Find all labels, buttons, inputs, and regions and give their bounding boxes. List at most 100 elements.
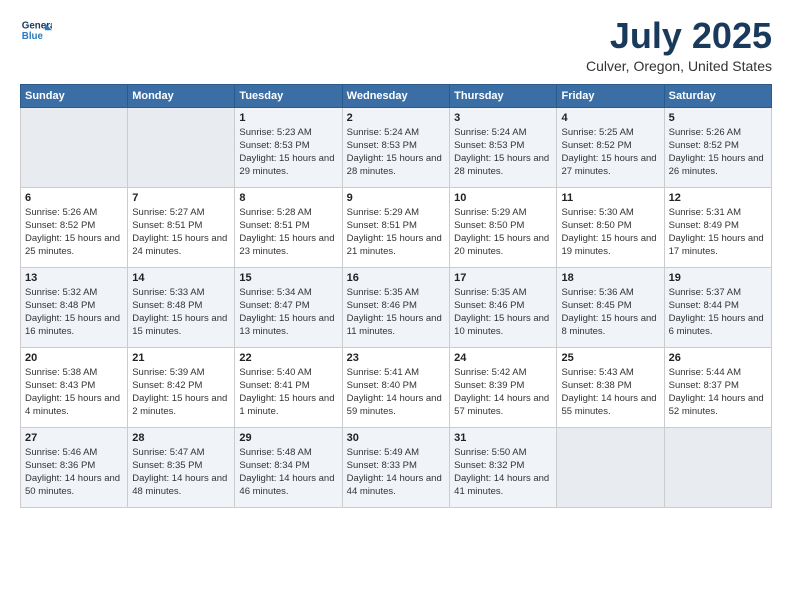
week-row-1: 1Sunrise: 5:23 AM Sunset: 8:53 PM Daylig… [21,107,772,187]
day-number: 30 [347,432,445,444]
calendar-cell: 15Sunrise: 5:34 AM Sunset: 8:47 PM Dayli… [235,267,342,347]
calendar-cell: 3 Sunrise: 5:24 AM Sunset: 8:53 PM Daylig… [450,107,557,187]
day-number: 8 [239,192,337,204]
calendar-cell: 18 Sunrise: 5:36 AM Sunset: 8:45 PM Dayli… [557,267,664,347]
page: General Blue July 2025 Culver, Oregon, U… [0,0,792,612]
calendar-cell: 19 Sunrise: 5:37 AM Sunset: 8:44 PM Dayli… [664,267,771,347]
logo-icon: General Blue [20,16,52,48]
day-info: Sunrise: 5:46 AM Sunset: 8:36 PM Dayligh… [25,446,123,499]
day-info: Sunrise: 5:25 AM Sunset: 8:52 PM Dayligh… [561,126,659,179]
day-info: Sunrise: 5:24 AM Sunset: 8:53 PM Dayligh… [454,126,552,179]
day-number: 22 [239,352,337,364]
calendar-cell: 6Sunrise: 5:26 AM Sunset: 8:52 PM Daylig… [21,187,128,267]
week-row-3: 13 Sunrise: 5:32 AM Sunset: 8:48 PM Dayli… [21,267,772,347]
calendar-cell: 10 Sunrise: 5:29 AM Sunset: 8:50 PM Dayli… [450,187,557,267]
day-number: 27 [25,432,123,444]
day-info: Sunrise: 5:24 AM Sunset: 8:53 PM Dayligh… [347,126,445,179]
calendar-cell: 9 Sunrise: 5:29 AM Sunset: 8:51 PM Daylig… [342,187,449,267]
calendar-cell: 29 Sunrise: 5:48 AM Sunset: 8:34 PM Dayli… [235,427,342,507]
day-number: 24 [454,352,552,364]
calendar-cell: 30 Sunrise: 5:49 AM Sunset: 8:33 PM Dayli… [342,427,449,507]
calendar-cell [128,107,235,187]
weekday-header-saturday: Saturday [664,84,771,107]
day-info: Sunrise: 5:50 AM Sunset: 8:32 PM Dayligh… [454,446,552,499]
main-title: July 2025 [586,16,772,56]
title-block: July 2025 Culver, Oregon, United States [586,16,772,74]
weekday-header-thursday: Thursday [450,84,557,107]
day-number: 23 [347,352,445,364]
weekday-header-tuesday: Tuesday [235,84,342,107]
day-info: Sunrise: 5:44 AM Sunset: 8:37 PM Dayligh… [669,366,767,419]
calendar-cell [21,107,128,187]
calendar-cell: 31 Sunrise: 5:50 AM Sunset: 8:32 PM Dayli… [450,427,557,507]
day-info: Sunrise: 5:47 AM Sunset: 8:35 PM Dayligh… [132,446,230,499]
calendar-cell: 5 Sunrise: 5:26 AM Sunset: 8:52 PM Daylig… [664,107,771,187]
day-info: Sunrise: 5:40 AM Sunset: 8:41 PM Dayligh… [239,366,337,419]
day-number: 19 [669,272,767,284]
weekday-header-wednesday: Wednesday [342,84,449,107]
logo: General Blue [20,16,52,48]
day-info: Sunrise: 5:38 AM Sunset: 8:43 PM Dayligh… [25,366,123,419]
calendar-cell: 14 Sunrise: 5:33 AM Sunset: 8:48 PM Dayli… [128,267,235,347]
weekday-header-row: SundayMondayTuesdayWednesdayThursdayFrid… [21,84,772,107]
day-number: 28 [132,432,230,444]
week-row-5: 27 Sunrise: 5:46 AM Sunset: 8:36 PM Dayli… [21,427,772,507]
day-number: 10 [454,192,552,204]
day-info: Sunrise: 5:36 AM Sunset: 8:45 PM Dayligh… [561,286,659,339]
calendar-cell: 24 Sunrise: 5:42 AM Sunset: 8:39 PM Dayli… [450,347,557,427]
day-number: 17 [454,272,552,284]
day-info: Sunrise: 5:33 AM Sunset: 8:48 PM Dayligh… [132,286,230,339]
day-info: Sunrise: 5:29 AM Sunset: 8:50 PM Dayligh… [454,206,552,259]
calendar-cell: 20 Sunrise: 5:38 AM Sunset: 8:43 PM Dayli… [21,347,128,427]
calendar-cell: 11 Sunrise: 5:30 AM Sunset: 8:50 PM Dayli… [557,187,664,267]
subtitle: Culver, Oregon, United States [586,58,772,74]
svg-text:Blue: Blue [22,31,44,42]
day-info: Sunrise: 5:30 AM Sunset: 8:50 PM Dayligh… [561,206,659,259]
day-number: 31 [454,432,552,444]
day-number: 18 [561,272,659,284]
week-row-4: 20 Sunrise: 5:38 AM Sunset: 8:43 PM Dayli… [21,347,772,427]
calendar-cell: 26 Sunrise: 5:44 AM Sunset: 8:37 PM Dayli… [664,347,771,427]
day-number: 11 [561,192,659,204]
header: General Blue July 2025 Culver, Oregon, U… [20,16,772,74]
calendar-cell: 27 Sunrise: 5:46 AM Sunset: 8:36 PM Dayli… [21,427,128,507]
day-number: 21 [132,352,230,364]
day-info: Sunrise: 5:41 AM Sunset: 8:40 PM Dayligh… [347,366,445,419]
day-info: Sunrise: 5:42 AM Sunset: 8:39 PM Dayligh… [454,366,552,419]
calendar-cell: 23 Sunrise: 5:41 AM Sunset: 8:40 PM Dayli… [342,347,449,427]
day-number: 6 [25,192,123,204]
day-number: 5 [669,112,767,124]
weekday-header-sunday: Sunday [21,84,128,107]
calendar-cell [557,427,664,507]
calendar-cell: 28 Sunrise: 5:47 AM Sunset: 8:35 PM Dayli… [128,427,235,507]
day-number: 2 [347,112,445,124]
calendar-cell: 4 Sunrise: 5:25 AM Sunset: 8:52 PM Daylig… [557,107,664,187]
calendar-cell: 12 Sunrise: 5:31 AM Sunset: 8:49 PM Dayli… [664,187,771,267]
day-number: 14 [132,272,230,284]
day-info: Sunrise: 5:28 AM Sunset: 8:51 PM Dayligh… [239,206,337,259]
week-row-2: 6Sunrise: 5:26 AM Sunset: 8:52 PM Daylig… [21,187,772,267]
day-info: Sunrise: 5:43 AM Sunset: 8:38 PM Dayligh… [561,366,659,419]
day-info: Sunrise: 5:26 AM Sunset: 8:52 PM Dayligh… [669,126,767,179]
day-info: Sunrise: 5:48 AM Sunset: 8:34 PM Dayligh… [239,446,337,499]
day-number: 13 [25,272,123,284]
day-info: Sunrise: 5:32 AM Sunset: 8:48 PM Dayligh… [25,286,123,339]
day-info: Sunrise: 5:37 AM Sunset: 8:44 PM Dayligh… [669,286,767,339]
day-number: 20 [25,352,123,364]
day-number: 12 [669,192,767,204]
calendar-cell: 13 Sunrise: 5:32 AM Sunset: 8:48 PM Dayli… [21,267,128,347]
day-number: 26 [669,352,767,364]
calendar-cell: 21Sunrise: 5:39 AM Sunset: 8:42 PM Dayli… [128,347,235,427]
calendar-cell: 1Sunrise: 5:23 AM Sunset: 8:53 PM Daylig… [235,107,342,187]
day-number: 4 [561,112,659,124]
weekday-header-friday: Friday [557,84,664,107]
day-info: Sunrise: 5:23 AM Sunset: 8:53 PM Dayligh… [239,126,337,179]
day-info: Sunrise: 5:49 AM Sunset: 8:33 PM Dayligh… [347,446,445,499]
day-number: 29 [239,432,337,444]
day-info: Sunrise: 5:31 AM Sunset: 8:49 PM Dayligh… [669,206,767,259]
day-number: 3 [454,112,552,124]
day-info: Sunrise: 5:29 AM Sunset: 8:51 PM Dayligh… [347,206,445,259]
calendar-cell: 25Sunrise: 5:43 AM Sunset: 8:38 PM Dayli… [557,347,664,427]
day-number: 9 [347,192,445,204]
day-info: Sunrise: 5:35 AM Sunset: 8:46 PM Dayligh… [347,286,445,339]
